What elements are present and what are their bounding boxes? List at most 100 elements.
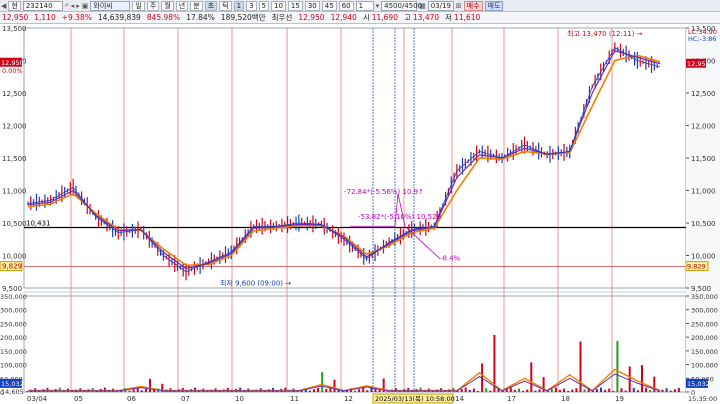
price-tick-label-left: 10,000 <box>2 253 27 261</box>
volume-bar <box>538 389 541 392</box>
delta-annotation-3: -8.4% <box>440 255 461 263</box>
volume-bar <box>526 389 529 392</box>
volume-bar <box>313 389 315 392</box>
volume-bar <box>489 390 492 392</box>
volume-bar <box>559 389 561 392</box>
volume-bar <box>128 390 131 392</box>
volume-bar <box>378 389 381 392</box>
volume-tick-label-left: 300,000 <box>0 307 27 315</box>
volume-bar <box>366 390 369 392</box>
x-tick-label: 06 <box>127 395 136 403</box>
cursor-price-label: 9,829 <box>2 263 22 271</box>
volume-bar <box>645 387 648 392</box>
volume-bar <box>485 388 488 392</box>
volume-bar <box>321 372 324 392</box>
volume-bar <box>518 388 520 392</box>
volume-bar <box>563 388 566 392</box>
price-tick-label-left: 11,000 <box>2 188 27 196</box>
volume-last-label: 15,032 <box>687 380 710 388</box>
price-tick-label: 10,000 <box>691 253 716 261</box>
volume-bar <box>464 387 467 392</box>
volume-bar <box>513 389 516 392</box>
volume-bar <box>624 390 627 392</box>
volume-bar <box>677 387 680 392</box>
x-tick-label: 05 <box>74 395 83 403</box>
x-tick-label: 03/04 <box>27 395 48 403</box>
volume-last-label-left: 15,032 <box>1 380 24 388</box>
chart-window: ◀ 현 232140 ⌕ ◂ ▸ ▣ 와이씨 일주월년분초틱 1 3 5 10 15 30… <box>0 0 720 404</box>
volume-bar <box>600 387 602 392</box>
volume-bar <box>608 388 611 392</box>
x-tick-label: 14 <box>455 395 464 403</box>
last-price-label: 12,950 <box>687 60 710 68</box>
volume-bar <box>669 390 672 392</box>
volume-tick-label: 150,000 <box>691 348 718 356</box>
volume-bar <box>362 387 365 392</box>
volume-bar <box>534 390 537 392</box>
x-tick-label: 11 <box>290 395 299 403</box>
x-tick-label: 19 <box>615 395 624 403</box>
volume-bar <box>325 388 328 392</box>
volume-bar <box>468 389 471 392</box>
volume-bar <box>153 389 156 392</box>
price-tick-label: 11,000 <box>691 188 716 196</box>
x-tick-label: 07 <box>181 395 190 403</box>
volume-sub-label: 14,605 <box>1 388 24 396</box>
volume-bar <box>530 362 533 392</box>
price-tick-label: 12,500 <box>691 90 716 98</box>
price-tick-label: 10,500 <box>691 220 716 228</box>
volume-tick-label-left: 150,000 <box>0 348 27 356</box>
volume-tick-label: 250,000 <box>691 320 718 328</box>
volume-bar <box>595 388 598 392</box>
volume-tick-label-left: 200,000 <box>0 334 27 342</box>
price-tick-label-left: 9,500 <box>2 285 22 293</box>
cursor-date-label: 2025/03/13(목) 10:58:00 <box>375 395 455 403</box>
cursor-label-right: 9,829 <box>687 263 706 271</box>
volume-bar <box>612 390 615 392</box>
last-price-label-left: 12,950 <box>1 59 24 67</box>
volume-bar <box>616 340 619 392</box>
price-tick-label-left: 11,500 <box>2 155 27 163</box>
delta-annotation-1: -72.84*(-5.56%) 10.9↑ <box>344 188 424 196</box>
reference-label: 10,431 <box>26 219 51 227</box>
prev-pct-label: 0.00% <box>2 67 23 75</box>
volume-tick-label-left: 100,000 <box>0 362 27 370</box>
volume-bar <box>604 389 607 392</box>
volume-bar <box>132 389 135 392</box>
volume-bar <box>673 389 676 392</box>
volume-bar <box>567 390 570 392</box>
price-chart[interactable]: 13,50013,50013,00013,00012,50012,50012,0… <box>0 0 720 404</box>
volume-bar <box>477 390 479 392</box>
price-tick-label: 9,500 <box>691 285 711 293</box>
volume-panel <box>23 295 687 393</box>
volume-bar <box>550 388 553 392</box>
volume-bar <box>149 378 151 392</box>
volume-bar <box>354 390 356 392</box>
volume-bar <box>317 387 320 392</box>
volume-bar <box>636 390 639 392</box>
x-tick-label: 17 <box>507 395 516 403</box>
volume-tick-label-left: 350,000 <box>0 293 27 301</box>
time-label: 15:35:00 <box>688 395 717 403</box>
volume-bar <box>641 365 643 392</box>
volume-tick-label: 100,000 <box>691 362 718 370</box>
volume-bar <box>144 388 147 392</box>
volume-tick-label: 350,000 <box>691 293 718 301</box>
volume-bar <box>460 388 463 392</box>
volume-tick-label: 200,000 <box>691 334 718 342</box>
volume-bar <box>140 390 143 392</box>
volume-bar <box>575 388 578 392</box>
volume-tick-label: 300,000 <box>691 307 718 315</box>
volume-bar <box>620 388 623 392</box>
price-tick-label-left: 12,500 <box>2 90 27 98</box>
x-tick-label: 12 <box>344 395 353 403</box>
volume-bar <box>522 390 525 392</box>
volume-bar <box>333 379 336 392</box>
price-tick-label-left: 12,000 <box>2 123 27 131</box>
volume-bar <box>665 388 668 392</box>
hc-label: HC:-3.86 <box>688 35 716 43</box>
x-tick-label: 18 <box>561 395 570 403</box>
volume-bar <box>571 389 574 392</box>
low-annotation: 최저 9,600 (09:00) → <box>220 279 291 288</box>
volume-bar <box>554 387 557 392</box>
